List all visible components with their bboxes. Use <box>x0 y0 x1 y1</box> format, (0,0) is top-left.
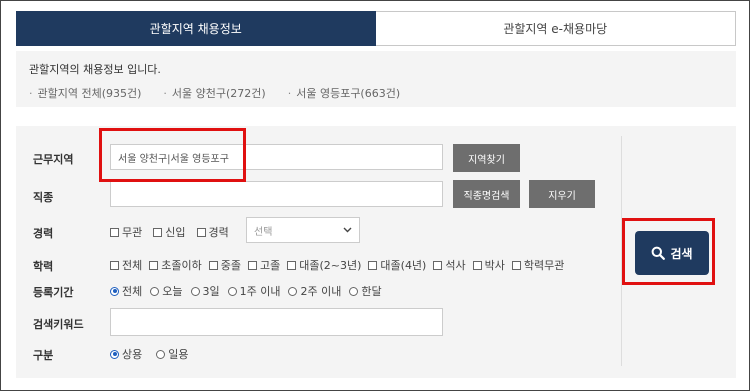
career-experienced-option[interactable]: 경력 <box>196 224 229 240</box>
edu-college-option[interactable]: 대졸(2~3년) <box>287 257 361 273</box>
radio-icon <box>288 286 298 296</box>
info-panel: 관할지역의 채용정보 입니다. 관할지역 전체(935건) 서울 양천구(272… <box>16 51 736 107</box>
checkbox-icon <box>153 227 163 237</box>
career-select-value: 선택 <box>254 226 273 238</box>
region-find-button[interactable]: 지역찾기 <box>453 144 520 172</box>
checkbox-icon <box>149 260 159 270</box>
chevron-down-icon <box>343 227 352 233</box>
type-regular-option[interactable]: 상용 <box>110 346 142 362</box>
radio-icon <box>349 286 359 296</box>
tab-region-jobs[interactable]: 관할지역 채용정보 <box>16 11 376 46</box>
checkbox-icon <box>208 260 218 270</box>
radio-icon <box>156 349 166 359</box>
checkbox-icon <box>196 227 206 237</box>
search-highlight-box <box>622 218 715 285</box>
edu-all-option[interactable]: 전체 <box>110 257 142 273</box>
checkbox-icon <box>433 260 443 270</box>
edu-high-option[interactable]: 고졸 <box>247 257 280 273</box>
edu-middle-option[interactable]: 중졸 <box>208 257 241 273</box>
career-any-option[interactable]: 무관 <box>110 224 142 240</box>
region-label: 근무지역 <box>33 153 74 166</box>
edu-master-option[interactable]: 석사 <box>433 257 466 273</box>
tab-bar: 관할지역 채용정보 관할지역 e-채용마당 <box>16 11 736 46</box>
career-select[interactable]: 선택 <box>246 217 360 243</box>
type-label: 구분 <box>33 349 54 362</box>
career-options: 무관 신입 경력 <box>110 224 229 240</box>
edu-doctor-option[interactable]: 박사 <box>472 257 505 273</box>
checkbox-icon <box>287 260 297 270</box>
job-search-button[interactable]: 직종명검색 <box>453 180 520 208</box>
type-options: 상용 일용 <box>110 346 189 362</box>
count-yeongdeungpo[interactable]: 서울 영등포구(663건) <box>288 85 400 101</box>
job-label: 직종 <box>33 191 54 204</box>
period-2weeks-option[interactable]: 2주 이내 <box>288 283 341 299</box>
period-options: 전체 오늘 3일 1주 이내 2주 이내 한달 <box>110 283 382 299</box>
edu-elementary-option[interactable]: 초졸이하 <box>149 257 202 273</box>
period-label: 등록기간 <box>33 286 74 299</box>
count-all[interactable]: 관할지역 전체(935건) <box>29 85 142 101</box>
radio-selected-icon <box>110 349 119 359</box>
tab-e-recruit[interactable]: 관할지역 e-채용마당 <box>375 11 736 46</box>
checkbox-icon <box>511 260 521 270</box>
checkbox-icon <box>110 260 119 270</box>
type-daily-option[interactable]: 일용 <box>156 346 189 362</box>
checkbox-icon <box>368 260 378 270</box>
period-all-option[interactable]: 전체 <box>110 283 142 299</box>
period-today-option[interactable]: 오늘 <box>150 283 183 299</box>
region-highlight-box <box>99 128 246 182</box>
period-3days-option[interactable]: 3일 <box>190 283 220 299</box>
region-counts: 관할지역 전체(935건) 서울 양천구(272건) 서울 영등포구(663건) <box>29 85 723 101</box>
keyword-label: 검색키워드 <box>33 318 84 331</box>
checkbox-icon <box>247 260 257 270</box>
checkbox-icon <box>472 260 482 270</box>
edu-university-option[interactable]: 대졸(4년) <box>368 257 426 273</box>
career-new-option[interactable]: 신입 <box>153 224 186 240</box>
education-label: 학력 <box>33 260 54 273</box>
radio-icon <box>150 286 160 296</box>
career-label: 경력 <box>33 227 54 240</box>
keyword-input[interactable] <box>110 308 443 336</box>
job-input[interactable] <box>110 181 443 207</box>
radio-icon <box>227 286 237 296</box>
count-yangcheon[interactable]: 서울 양천구(272건) <box>163 85 266 101</box>
edu-any-option[interactable]: 학력무관 <box>511 257 564 273</box>
radio-icon <box>190 286 200 296</box>
radio-selected-icon <box>110 286 119 296</box>
period-month-option[interactable]: 한달 <box>349 283 382 299</box>
info-description: 관할지역의 채용정보 입니다. <box>29 63 161 76</box>
period-1week-option[interactable]: 1주 이내 <box>227 283 280 299</box>
education-options: 전체 초졸이하 중졸 고졸 대졸(2~3년) 대졸(4년) 석사 박사 학력무관 <box>110 257 564 273</box>
checkbox-icon <box>110 227 119 237</box>
clear-button[interactable]: 지우기 <box>529 180 595 208</box>
